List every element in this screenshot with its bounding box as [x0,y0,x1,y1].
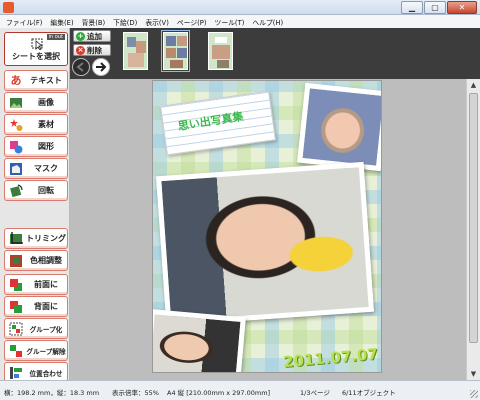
app-icon [3,2,14,13]
photo-baby-bottom-left[interactable] [153,308,246,372]
photo-baby-center[interactable] [156,161,374,327]
menu-bar: ファイル(F) 編集(E) 背景(B) 下絵(D) 表示(V) ページ(P) ツ… [0,15,480,28]
cursor-position: 横：198.2 mm，縦：18.3 mm [4,389,100,397]
shape-button-label: 図形 [38,142,54,151]
hue-adjust-button[interactable]: 色相調整 [4,250,68,271]
shape-button[interactable]: 図形 [4,136,68,157]
group-button-label: グループ化 [29,325,63,334]
delete-page-button[interactable]: × 削除 [73,44,111,56]
material-button-label: 素材 [38,120,54,129]
image-icon [10,97,22,108]
menu-help[interactable]: ヘルプ(H) [252,17,283,27]
zoom-level: 表示倍率：55% [112,389,159,397]
text-button-label: テキスト [30,76,62,85]
image-button-label: 画像 [38,98,54,107]
ungroup-button-label: グループ解除 [26,347,66,356]
ungroup-icon [10,344,22,357]
image-button[interactable]: 画像 [4,92,68,113]
add-page-label: 追加 [87,31,102,41]
window-controls: ▁ ▢ ✕ [401,1,477,14]
rotate-icon [10,183,23,197]
date-stamp-text[interactable]: 2011.07.07 [282,345,378,371]
rotate-button-label: 回転 [38,186,54,195]
text-a-icon: あ [10,73,22,87]
title-bar: ▁ ▢ ✕ [0,0,480,15]
add-page-button[interactable]: + 追加 [73,30,111,42]
scrollbar-thumb[interactable] [469,93,478,343]
group-icon [9,322,23,335]
material-button[interactable]: 素材 [4,114,68,135]
bring-front-button[interactable]: 前面に [4,274,68,295]
page-thumbnail-1[interactable] [123,32,148,70]
menu-draft[interactable]: 下絵(D) [113,17,137,27]
status-bar: 横：198.2 mm，縦：18.3 mm 表示倍率：55% A4 縦 [210.… [0,380,480,400]
scroll-up-icon[interactable]: ▲ [467,79,480,91]
object-count: 6/11オブジェクト [342,389,396,397]
album-title-text: 思い出写真集 [177,109,245,134]
trimming-button-label: トリミング [26,234,66,243]
plus-icon: + [76,31,85,41]
shapes-icon [10,140,23,153]
menu-page[interactable]: ページ(P) [177,17,207,27]
page-thumbnail-3[interactable] [208,32,233,70]
send-back-icon [10,300,22,313]
prev-page-button[interactable] [72,58,90,76]
scroll-down-icon[interactable]: ▼ [467,368,480,380]
menu-file[interactable]: ファイル(F) [6,17,42,27]
send-back-button-label: 背面に [34,302,58,311]
bring-front-icon [10,278,22,291]
cursor-select-icon [31,38,44,50]
menu-view[interactable]: 表示(V) [145,17,169,27]
menu-tools[interactable]: ツール(T) [215,17,245,27]
close-button[interactable]: ✕ [447,1,477,14]
resize-grip[interactable] [470,390,478,398]
page-thumbnail-strip: + 追加 × 削除 [70,28,480,79]
group-button[interactable]: グループ化 [4,318,68,339]
title-note-card[interactable]: 思い出写真集 [160,90,276,156]
hue-icon [10,254,22,267]
album-page-canvas[interactable]: 思い出写真集 2011.07.07 [152,80,382,373]
bring-front-button-label: 前面に [34,280,58,289]
maximize-button[interactable]: ▢ [424,1,446,14]
next-page-button[interactable] [92,58,110,76]
minimize-button[interactable]: ▁ [401,1,423,14]
trimming-button[interactable]: トリミング [4,228,68,249]
arrow-left-icon [76,62,84,72]
trim-icon [10,231,23,244]
mask-icon [10,162,22,175]
tool-panel: in out シートを選択 あ テキスト 画像 素材 図形 マスク 回転 トリミ… [0,28,70,400]
send-back-button[interactable]: 背面に [4,296,68,317]
page-indicator: 1/3ページ [300,389,330,397]
align-icon [10,366,22,379]
mask-button-label: マスク [34,164,58,173]
text-button[interactable]: あ テキスト [4,70,68,91]
in-out-badge: in out [46,34,65,40]
delete-page-label: 削除 [87,45,102,55]
stars-icon [10,118,23,131]
vertical-scrollbar[interactable]: ▲ ▼ [466,79,480,380]
arrow-right-icon [96,62,107,72]
menu-edit[interactable]: 編集(E) [50,17,73,27]
mask-button[interactable]: マスク [4,158,68,179]
photo-baby-top-right[interactable] [297,82,381,172]
rotate-button[interactable]: 回転 [4,180,68,201]
ungroup-button[interactable]: グループ解除 [4,340,68,361]
select-sheet-button[interactable]: in out シートを選択 [4,32,68,66]
page-thumbnail-2[interactable] [163,32,188,70]
delete-x-icon: × [76,45,85,55]
hue-adjust-button-label: 色相調整 [30,256,62,265]
menu-background[interactable]: 背景(B) [82,17,106,27]
select-sheet-label: シートを選択 [12,52,60,61]
paper-size: A4 縦 [210.00mm x 297.00mm] [167,389,271,397]
